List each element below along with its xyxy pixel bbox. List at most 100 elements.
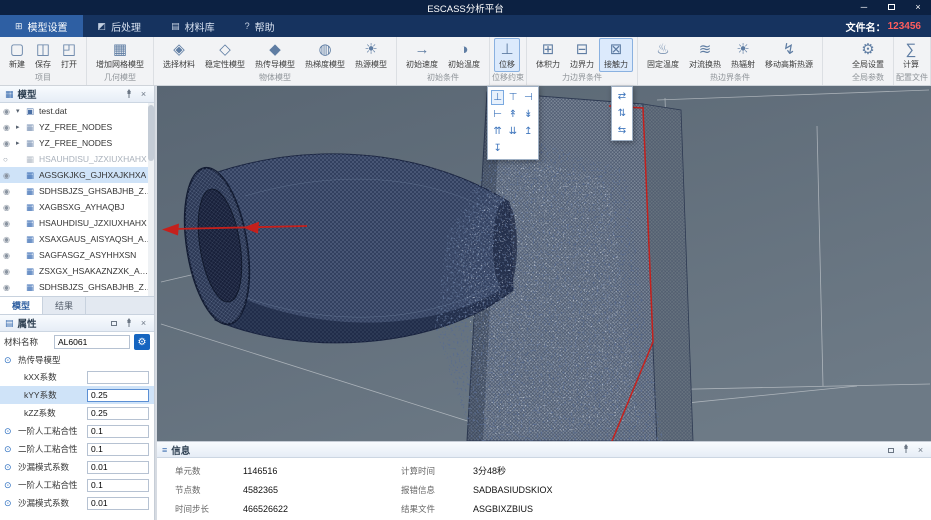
stability-model-button[interactable]: ◇ 稳定性模型 — [200, 38, 250, 72]
minimize-button[interactable]: ─ — [857, 0, 871, 15]
save-button[interactable]: ◫ 保存 — [30, 38, 56, 72]
contact-option-icon[interactable]: ⇄ — [614, 89, 630, 104]
expand-arrow-icon[interactable]: ▾ — [16, 107, 23, 115]
constraint-icon[interactable]: ⊢ — [491, 107, 504, 122]
tab-help[interactable]: ? 帮助 — [230, 15, 290, 37]
global-settings-button[interactable]: ⚙ 全局设置 — [847, 38, 889, 72]
constraint-icon[interactable]: ⊤ — [506, 90, 519, 105]
property-label: 二阶人工粘合性 — [18, 444, 78, 454]
tab-material-library[interactable]: ▤ 材料库 — [156, 15, 230, 37]
property-bullet-icon: ⊙ — [4, 425, 12, 436]
contact-option-icon[interactable]: ⇆ — [614, 123, 630, 138]
expand-arrow-icon[interactable]: ▸ — [16, 139, 23, 147]
hourglass1-input[interactable] — [87, 460, 149, 474]
open-button[interactable]: ◰ 打开 — [56, 38, 82, 72]
viscosity2-input[interactable] — [87, 442, 149, 456]
pin-icon[interactable] — [900, 444, 911, 455]
viscosity3-input[interactable] — [87, 478, 149, 492]
kzz-input[interactable] — [87, 406, 149, 420]
tree-item[interactable]: ◉ ▦ ZSXGX_HSAKAZNZXK_AHASX — [0, 263, 154, 279]
constraint-icon[interactable]: ↡ — [522, 107, 535, 122]
visibility-eye-icon[interactable]: ◉ — [3, 267, 13, 276]
constraint-icon[interactable]: ↟ — [506, 107, 519, 122]
boundary-force-button[interactable]: ⊟ 边界力 — [565, 38, 599, 72]
contact-force-button[interactable]: ⊠ 接触力 — [599, 38, 633, 72]
close-icon[interactable]: × — [915, 445, 926, 455]
tab-postprocess[interactable]: ◩ 后处理 — [83, 15, 157, 37]
float-icon[interactable] — [108, 318, 119, 328]
pin-icon[interactable] — [123, 317, 134, 329]
tree-item-selected[interactable]: ◉ ▦ AGSGKJKG_GJHXAJKHXA — [0, 167, 154, 183]
visibility-eye-icon[interactable]: ◉ — [3, 219, 13, 228]
kxx-input[interactable] — [87, 370, 149, 384]
initial-temperature-button[interactable]: ◑ 初始温度 — [443, 38, 485, 72]
heat-source-icon: ☀ — [364, 41, 378, 58]
visibility-eye-icon[interactable]: ◉ — [3, 283, 13, 292]
tree-item[interactable]: ○ ▦ HSAUHDISU_JZXIUXHAHX — [0, 151, 154, 167]
tree-item[interactable]: ◉ ▦ HSAUHDISU_JZXIUXHAHX — [0, 215, 154, 231]
material-settings-button[interactable]: ⚙ — [134, 334, 150, 350]
visibility-eye-icon[interactable]: ○ — [3, 155, 13, 164]
constraint-icon[interactable]: ↥ — [522, 124, 535, 139]
viscosity1-input[interactable] — [87, 424, 149, 438]
close-icon[interactable]: × — [138, 89, 149, 99]
group-label: 物体模型 — [259, 73, 291, 82]
model-panel-header: ▦ 模型 × — [0, 86, 154, 103]
new-button[interactable]: ▢ 新建 — [4, 38, 30, 72]
visibility-eye-icon[interactable]: ◉ — [3, 171, 13, 180]
contact-option-icon[interactable]: ⇅ — [614, 106, 630, 121]
tree-item[interactable]: ◉ ▸ ▦ YZ_FREE_NODES — [0, 119, 154, 135]
tree-item[interactable]: ◉ ▦ SAGFASGZ_ASYHHXSN — [0, 247, 154, 263]
compute-button[interactable]: ∑ 计算 — [898, 38, 924, 72]
section-bullet-icon: ⊙ — [4, 354, 12, 365]
heat-conduction-button[interactable]: ◆ 热传导模型 — [250, 38, 300, 72]
tab-results[interactable]: 结果 — [43, 297, 87, 314]
tree-item[interactable]: ◉ ▸ ▦ YZ_FREE_NODES — [0, 135, 154, 151]
visibility-eye-icon[interactable]: ◉ — [3, 203, 13, 212]
group-displacement-constraint: ⊥ 位移 位移约束 — [490, 37, 527, 85]
constraint-icon[interactable]: ⊥ — [491, 90, 505, 105]
constraint-icon[interactable]: ⊣ — [522, 90, 535, 105]
maximize-button[interactable] — [884, 0, 898, 15]
tree-item[interactable]: ◉ ▾ ▣ test.dat — [0, 103, 154, 119]
close-icon[interactable]: × — [138, 318, 149, 328]
pin-icon[interactable] — [123, 88, 134, 100]
visibility-eye-icon[interactable]: ◉ — [3, 107, 13, 116]
radiation-button[interactable]: ☀ 热辐射 — [726, 38, 760, 72]
moving-gauss-source-button[interactable]: ↯ 移动高斯热源 — [760, 38, 818, 72]
initial-velocity-button[interactable]: → 初始速度 — [401, 38, 443, 72]
tab-model-settings[interactable]: ⊞ 模型设置 — [0, 15, 83, 37]
visibility-eye-icon[interactable]: ◉ — [3, 139, 13, 148]
hourglass2-input[interactable] — [87, 496, 149, 510]
visibility-eye-icon[interactable]: ◉ — [3, 235, 13, 244]
visibility-eye-icon[interactable]: ◉ — [3, 251, 13, 260]
constraint-icon[interactable]: ⇈ — [491, 124, 504, 139]
visibility-eye-icon[interactable]: ◉ — [3, 187, 13, 196]
kyy-input[interactable] — [87, 388, 149, 402]
float-icon[interactable] — [885, 445, 896, 455]
add-mesh-model-button[interactable]: ▦ 增加网格模型 — [91, 38, 149, 72]
fixed-temp-icon: ♨ — [656, 41, 670, 58]
tree-item[interactable]: ◉ ▦ XAGBSXG_AYHAQBJ — [0, 199, 154, 215]
tab-model[interactable]: 模型 — [0, 297, 44, 314]
constraint-icon[interactable]: ↧ — [491, 141, 504, 156]
expand-arrow-icon[interactable]: ▸ — [16, 123, 23, 131]
tree-item[interactable]: ◉ ▦ SDHSBJZS_GHSABJHB_ZAHJ — [0, 279, 154, 295]
displacement-button[interactable]: ⊥ 位移 — [494, 38, 520, 72]
section-heat-conduction[interactable]: ⊙ 热传导模型 — [0, 352, 154, 368]
body-force-button[interactable]: ⊞ 体积力 — [531, 38, 565, 72]
heat-gradient-button[interactable]: ◍ 热梯度模型 — [300, 38, 350, 72]
select-material-button[interactable]: ◈ 选择材料 — [158, 38, 200, 72]
tree-scrollbar[interactable] — [148, 103, 154, 296]
material-name-input[interactable] — [54, 335, 130, 349]
convection-button[interactable]: ≋ 对流换热 — [684, 38, 726, 72]
visibility-eye-icon[interactable]: ◉ — [3, 123, 13, 132]
close-button[interactable]: × — [911, 0, 925, 15]
heat-source-button[interactable]: ☀ 热源模型 — [350, 38, 392, 72]
fixed-temperature-button[interactable]: ♨ 固定温度 — [642, 38, 684, 72]
scrollbar-thumb[interactable] — [148, 105, 154, 161]
constraint-icon[interactable]: ⇊ — [506, 124, 519, 139]
tree-item[interactable]: ◉ ▦ XSAXGAUS_AISYAQSH_ASHX — [0, 231, 154, 247]
3d-viewport[interactable] — [157, 86, 931, 442]
tree-item[interactable]: ◉ ▦ SDHSBJZS_GHSABJHB_ZAHJ — [0, 183, 154, 199]
